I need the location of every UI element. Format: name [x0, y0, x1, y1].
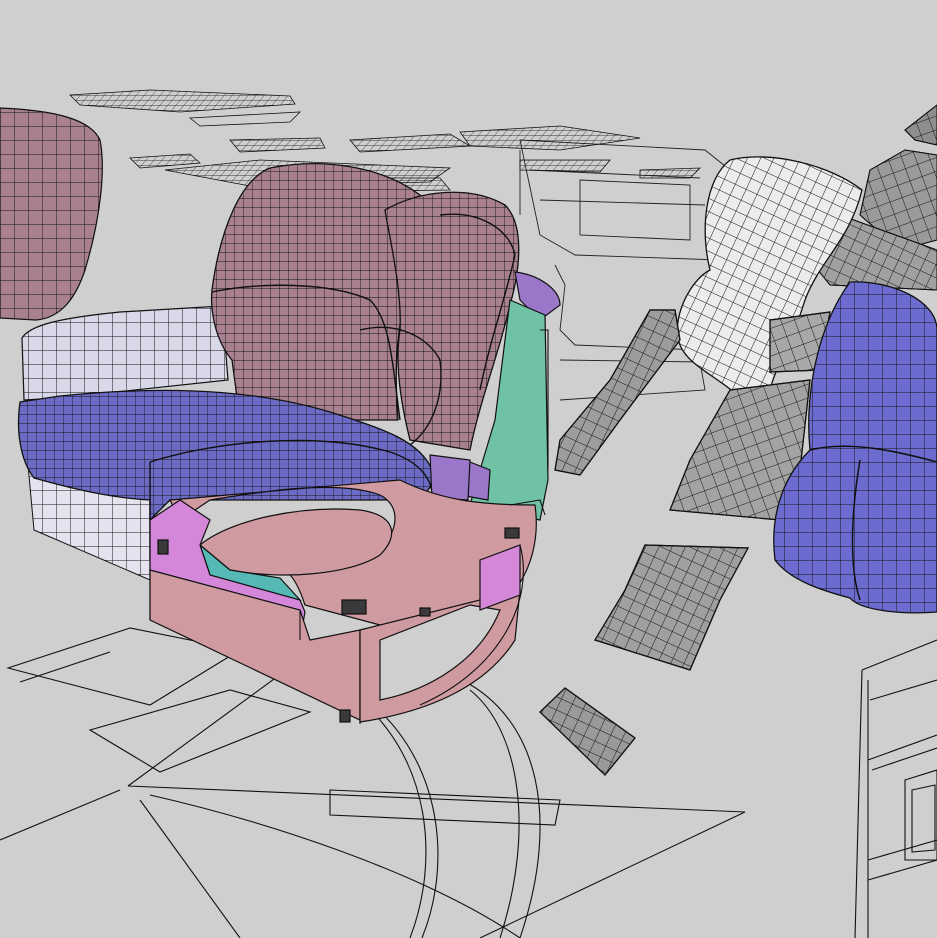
scene-canvas[interactable] [0, 0, 937, 938]
3d-viewport[interactable] [0, 0, 937, 938]
